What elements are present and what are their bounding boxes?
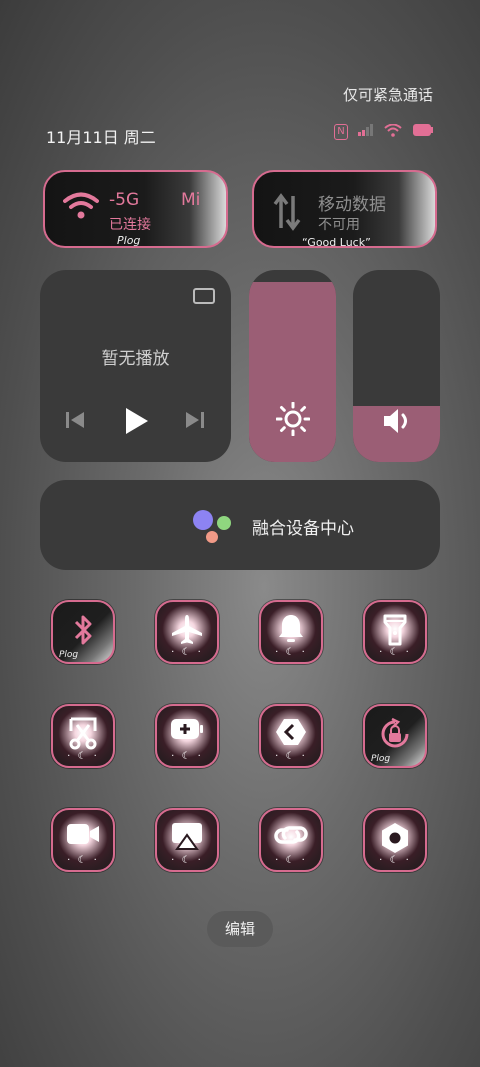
toggle-deco-text: Plog [371, 754, 391, 764]
speaker-icon [353, 406, 440, 440]
date-label: 11月11日 周二 [46, 128, 156, 147]
moon-deco-icon: · ☾ · [275, 855, 307, 866]
rotation-lock-icon [365, 717, 425, 755]
wifi-tile[interactable]: -5G Mi 已连接 Plog [43, 170, 228, 248]
wifi-icon [63, 192, 99, 224]
flashlight-icon [365, 613, 425, 651]
toggle-deco-text: Plog [59, 650, 79, 660]
video-camera-icon [53, 821, 113, 851]
moon-deco-icon: · ☾ · [171, 751, 203, 762]
moon-deco-icon: · ☾ · [171, 647, 203, 658]
signal-icon [358, 124, 374, 140]
moon-deco-icon: · ☾ · [275, 647, 307, 658]
mobile-data-label: 移动数据 [318, 195, 386, 215]
bluetooth-icon [53, 613, 113, 651]
wifi-status: 已连接 [109, 217, 151, 233]
toggle-screenshot[interactable]: · ☾ · [51, 704, 115, 768]
toggle-cast[interactable]: · ☾ · [155, 808, 219, 872]
mobile-data-tile[interactable]: 移动数据 不可用 “Good Luck” [252, 170, 437, 248]
wifi-icon [384, 123, 402, 141]
emergency-call-status: 仅可紧急通话 [342, 86, 433, 104]
status-bar-icons: N [334, 123, 434, 141]
sun-icon [249, 401, 336, 440]
bell-icon [261, 613, 321, 649]
airplane-icon [157, 613, 217, 649]
moon-deco-icon: · ☾ · [67, 855, 99, 866]
brightness-slider[interactable] [249, 270, 336, 462]
moon-deco-icon: · ☾ · [379, 647, 411, 658]
cast-icon[interactable] [193, 288, 215, 304]
play-icon[interactable] [124, 406, 150, 440]
mobile-data-status: 不可用 [318, 217, 360, 233]
wifi-network-suffix: Mi [181, 190, 201, 210]
edit-button[interactable]: 编辑 [207, 911, 273, 947]
previous-icon[interactable] [64, 410, 86, 434]
link-icon [261, 821, 321, 853]
data-tile-deco: “Good Luck” [302, 236, 371, 248]
battery-plus-icon [157, 717, 217, 745]
wifi-tile-deco: Plog [117, 234, 141, 247]
moon-deco-icon: · ☾ · [275, 751, 307, 762]
device-hub-card[interactable]: 融合设备中心 [40, 480, 440, 570]
moon-deco-icon: · ☾ · [171, 855, 203, 866]
data-arrows-icon [272, 192, 302, 236]
toggle-settings[interactable]: · ☾ · [363, 808, 427, 872]
toggle-bluetooth[interactable]: Plog [51, 600, 115, 664]
screen-cast-icon [157, 821, 217, 857]
media-player-card[interactable]: 暂无播放 [40, 270, 231, 462]
moon-deco-icon: · ☾ · [67, 751, 99, 762]
media-title: 暂无播放 [101, 349, 170, 369]
toggle-flashlight[interactable]: · ☾ · [363, 600, 427, 664]
toggle-link[interactable]: · ☾ · [259, 808, 323, 872]
share-icon [261, 717, 321, 751]
device-hub-icon [193, 510, 231, 543]
toggle-rotation-lock[interactable]: Plog [363, 704, 427, 768]
toggle-airplane[interactable]: · ☾ · [155, 600, 219, 664]
battery-icon [412, 123, 434, 141]
wifi-network-name: -5G [109, 190, 140, 210]
toggle-battery-saver[interactable]: · ☾ · [155, 704, 219, 768]
scissors-icon [53, 717, 113, 755]
volume-slider[interactable] [353, 270, 440, 462]
toggle-ring[interactable]: · ☾ · [259, 600, 323, 664]
toggle-screen-record[interactable]: · ☾ · [51, 808, 115, 872]
hexagon-settings-icon [365, 821, 425, 859]
nfc-icon: N [334, 124, 348, 140]
device-hub-label: 融合设备中心 [252, 519, 354, 539]
next-icon[interactable] [184, 410, 206, 434]
toggle-share[interactable]: · ☾ · [259, 704, 323, 768]
moon-deco-icon: · ☾ · [379, 855, 411, 866]
